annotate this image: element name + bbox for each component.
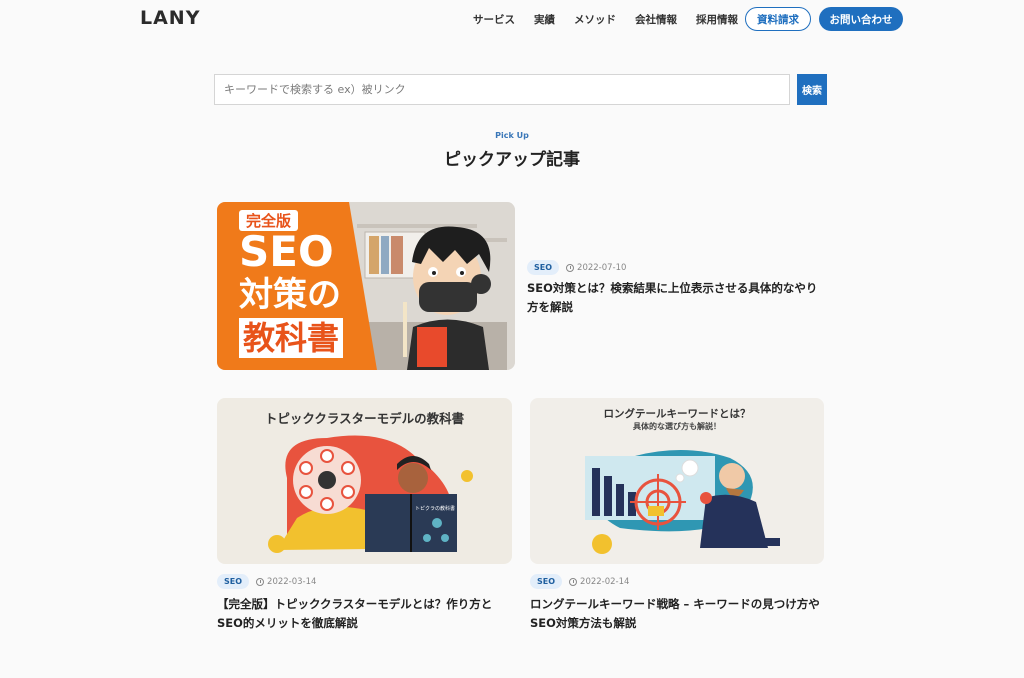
nav-item-company[interactable]: 会社情報 [635, 12, 677, 27]
article-meta: SEO 2022-03-14 [217, 574, 316, 589]
article-title[interactable]: ロングテールキーワード戦略 – キーワードの見つけ方やSEO対策方法も解説 [530, 595, 828, 633]
article-thumbnail-longtail[interactable]: ロングテールキーワードとは？ 具体的な選び方も解説！ [530, 398, 824, 564]
publish-date-text: 2022-02-14 [580, 576, 630, 587]
clock-icon [566, 263, 575, 272]
category-tag[interactable]: SEO [530, 574, 563, 589]
section-title: ピックアップ記事 [444, 150, 580, 170]
search-input[interactable] [215, 75, 789, 104]
thumb-book-label: トピクラの教科書 [415, 506, 456, 512]
site-header: LANY サービス 実績 メソッド 会社情報 採用情報 資料請求 お問い合わせ [0, 0, 1024, 38]
article-meta: SEO 2022-02-14 [530, 574, 629, 589]
request-document-button[interactable]: 資料請求 [745, 7, 811, 31]
article-thumbnail-seo-textbook[interactable]: 完全版 SEO 対策の 教科書 [217, 202, 515, 370]
publish-date: 2022-02-14 [569, 577, 629, 587]
publish-date-text: 2022-07-10 [577, 262, 627, 273]
article-thumbnail-topic-cluster[interactable]: トピッククラスターモデルの教科書 トピクラの教科書 [217, 398, 512, 564]
article-title[interactable]: 【完全版】トピッククラスターモデルとは？作り方とSEO的メリットを徹底解説 [217, 595, 515, 633]
thumb-label-seo: SEO [239, 227, 334, 276]
article-meta: SEO 2022-07-10 [527, 260, 626, 275]
thumb-label-measures: 対策の [239, 275, 341, 315]
thumb-subheading: 具体的な選び方も解説！ [633, 422, 721, 431]
nav-item-method[interactable]: メソッド [574, 12, 616, 27]
thumb-heading: トピッククラスターモデルの教科書 [264, 411, 465, 426]
publish-date-text: 2022-03-14 [267, 576, 317, 587]
contact-button[interactable]: お問い合わせ [819, 7, 903, 31]
site-logo[interactable]: LANY [140, 7, 200, 29]
clock-icon [256, 577, 265, 586]
search-button[interactable]: 検索 [797, 74, 827, 105]
nav-item-recruit[interactable]: 採用情報 [696, 12, 738, 27]
thumb-heading: ロングテールキーワードとは？ [603, 408, 751, 420]
category-tag[interactable]: SEO [217, 574, 250, 589]
thumb-label-textbook: 教科書 [239, 318, 344, 358]
article-title[interactable]: SEO対策とは？検索結果に上位表示させる具体的なやり方を解説 [527, 279, 819, 317]
nav-item-services[interactable]: サービス [473, 12, 515, 27]
section-eyebrow: Pick Up [495, 131, 529, 140]
nav-item-results[interactable]: 実績 [534, 12, 555, 27]
clock-icon [569, 577, 578, 586]
publish-date: 2022-07-10 [566, 263, 626, 273]
search-box [214, 74, 790, 105]
category-tag[interactable]: SEO [527, 260, 560, 275]
main-nav: サービス 実績 メソッド 会社情報 採用情報 [473, 12, 738, 27]
publish-date: 2022-03-14 [256, 577, 316, 587]
